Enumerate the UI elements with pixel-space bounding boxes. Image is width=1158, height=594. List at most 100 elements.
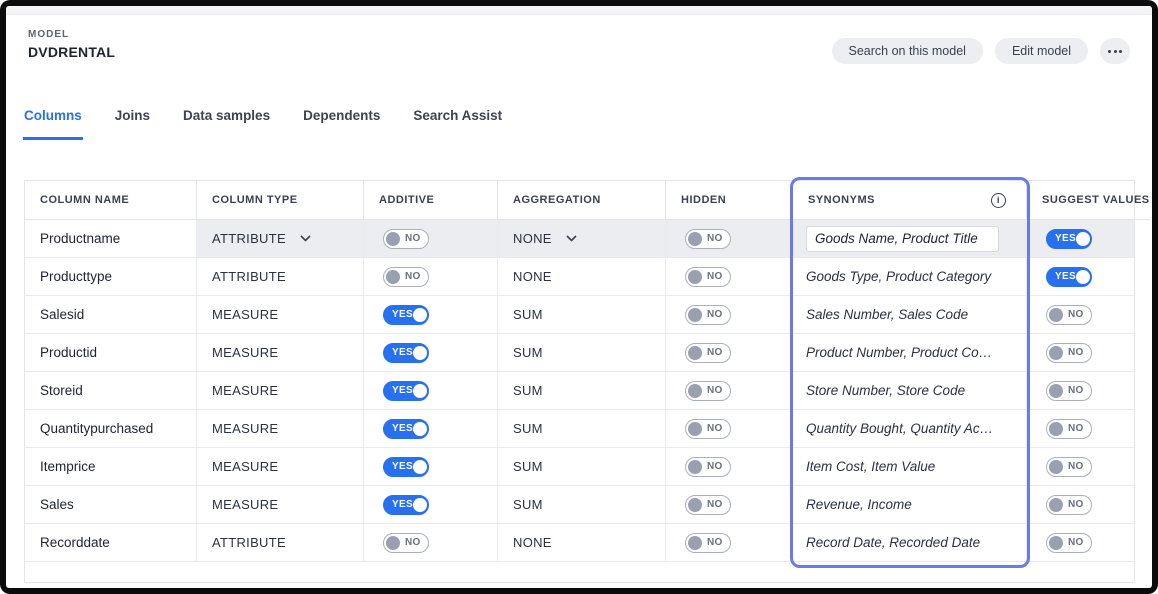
column-name-cell[interactable]: Producttype xyxy=(25,258,197,296)
column-type-cell[interactable]: MEASURE xyxy=(197,410,364,448)
search-on-model-button[interactable]: Search on this model xyxy=(832,38,983,64)
top-strip xyxy=(6,6,1152,15)
toggle-no[interactable]: NO xyxy=(1046,305,1092,325)
synonyms-cell[interactable]: Store Number, Store Code xyxy=(793,372,1027,410)
hidden-cell: NO xyxy=(666,486,793,524)
additive-cell: YES xyxy=(364,334,498,372)
tab-columns[interactable]: Columns xyxy=(23,108,83,140)
toggle-knob xyxy=(688,346,702,360)
info-icon[interactable]: i xyxy=(991,193,1006,208)
aggregation-cell[interactable]: SUM xyxy=(498,448,666,486)
column-type-cell[interactable]: ATTRIBUTE xyxy=(197,220,364,258)
toggle-yes[interactable]: YES xyxy=(383,419,429,439)
toggle-no[interactable]: NO xyxy=(1046,457,1092,477)
aggregation-cell[interactable]: NONE xyxy=(498,258,666,296)
column-name-cell[interactable]: Storeid xyxy=(25,372,197,410)
edit-model-button[interactable]: Edit model xyxy=(995,38,1088,64)
toggle-knob xyxy=(386,536,400,550)
synonyms-cell[interactable]: Sales Number, Sales Code xyxy=(793,296,1027,334)
toggle-yes[interactable]: YES xyxy=(1046,229,1092,249)
toggle-knob xyxy=(1076,270,1090,284)
toggle-no[interactable]: NO xyxy=(383,533,429,553)
toggle-no[interactable]: NO xyxy=(1046,533,1092,553)
toggle-no[interactable]: NO xyxy=(383,229,429,249)
aggregation-cell[interactable]: NONE xyxy=(498,220,666,258)
toggle-yes[interactable]: YES xyxy=(383,305,429,325)
additive-cell: YES xyxy=(364,448,498,486)
table-row: ProducttypeATTRIBUTE NO NONE NO Goods Type, … xyxy=(25,258,1134,296)
toggle-knob xyxy=(1049,346,1063,360)
toggle-yes[interactable]: YES xyxy=(1046,267,1092,287)
toggle-no[interactable]: NO xyxy=(383,267,429,287)
column-type-cell[interactable]: MEASURE xyxy=(197,372,364,410)
synonyms-input[interactable] xyxy=(806,226,999,252)
tab-search-assist[interactable]: Search Assist xyxy=(412,108,503,140)
synonyms-cell[interactable]: Revenue, Income xyxy=(793,486,1027,524)
column-name-cell[interactable]: Productname xyxy=(25,220,197,258)
column-name-cell[interactable]: Salesid xyxy=(25,296,197,334)
toggle-no[interactable]: NO xyxy=(1046,495,1092,515)
hidden-cell: NO xyxy=(666,258,793,296)
chevron-down-icon[interactable] xyxy=(300,235,311,242)
model-name: DVDRENTAL xyxy=(28,44,115,60)
aggregation-cell[interactable]: SUM xyxy=(498,410,666,448)
toggle-no[interactable]: NO xyxy=(685,419,731,439)
chevron-down-icon[interactable] xyxy=(566,235,577,242)
hidden-cell: NO xyxy=(666,410,793,448)
synonyms-cell[interactable]: Goods Type, Product Category xyxy=(793,258,1027,296)
toggle-knob xyxy=(1049,308,1063,322)
toggle-no[interactable]: NO xyxy=(1046,419,1092,439)
additive-cell: YES xyxy=(364,486,498,524)
window-frame: MODEL DVDRENTAL Search on this model Edi… xyxy=(0,0,1158,594)
synonyms-cell[interactable] xyxy=(793,220,1027,258)
column-name-cell[interactable]: Productid xyxy=(25,334,197,372)
tab-dependents[interactable]: Dependents xyxy=(302,108,381,140)
toggle-no[interactable]: NO xyxy=(685,533,731,553)
column-name-cell[interactable]: Itemprice xyxy=(25,448,197,486)
toggle-knob xyxy=(688,460,702,474)
aggregation-cell[interactable]: SUM xyxy=(498,372,666,410)
toggle-no[interactable]: NO xyxy=(685,457,731,477)
toggle-no[interactable]: NO xyxy=(685,229,731,249)
aggregation-cell[interactable]: SUM xyxy=(498,296,666,334)
aggregation-cell[interactable]: SUM xyxy=(498,486,666,524)
toggle-yes[interactable]: YES xyxy=(383,495,429,515)
column-type-cell[interactable]: ATTRIBUTE xyxy=(197,524,364,562)
column-type-cell[interactable]: MEASURE xyxy=(197,448,364,486)
toggle-no[interactable]: NO xyxy=(685,381,731,401)
model-page: MODEL DVDRENTAL Search on this model Edi… xyxy=(6,6,1152,588)
synonyms-cell[interactable]: Record Date, Recorded Date xyxy=(793,524,1027,562)
toggle-yes[interactable]: YES xyxy=(383,457,429,477)
tab-joins[interactable]: Joins xyxy=(114,108,151,140)
column-type-cell[interactable]: MEASURE xyxy=(197,486,364,524)
toggle-no[interactable]: NO xyxy=(1046,343,1092,363)
synonyms-cell[interactable]: Item Cost, Item Value xyxy=(793,448,1027,486)
aggregation-cell[interactable]: SUM xyxy=(498,334,666,372)
aggregation-cell[interactable]: NONE xyxy=(498,524,666,562)
toggle-no[interactable]: NO xyxy=(685,305,731,325)
toggle-no[interactable]: NO xyxy=(685,267,731,287)
column-name-cell[interactable]: Sales xyxy=(25,486,197,524)
column-name-cell[interactable]: Recorddate xyxy=(25,524,197,562)
toggle-knob xyxy=(413,384,427,398)
toggle-no[interactable]: NO xyxy=(685,495,731,515)
synonyms-cell[interactable]: Product Number, Product Co… xyxy=(793,334,1027,372)
toggle-knob xyxy=(1049,422,1063,436)
toggle-no[interactable]: NO xyxy=(685,343,731,363)
toggle-knob xyxy=(386,232,400,246)
more-options-button[interactable] xyxy=(1100,38,1130,64)
toggle-no[interactable]: NO xyxy=(1046,381,1092,401)
column-name-cell[interactable]: Quantitypurchased xyxy=(25,410,197,448)
toggle-knob xyxy=(413,460,427,474)
column-type-cell[interactable]: ATTRIBUTE xyxy=(197,258,364,296)
column-type-cell[interactable]: MEASURE xyxy=(197,334,364,372)
synonyms-cell[interactable]: Quantity Bought, Quantity Ac… xyxy=(793,410,1027,448)
header-hidden: HIDDEN xyxy=(666,181,793,220)
additive-cell: YES xyxy=(364,296,498,334)
toggle-yes[interactable]: YES xyxy=(383,381,429,401)
column-type-cell[interactable]: MEASURE xyxy=(197,296,364,334)
tab-data-samples[interactable]: Data samples xyxy=(182,108,271,140)
toggle-yes[interactable]: YES xyxy=(383,343,429,363)
tab-bar: Columns Joins Data samples Dependents Search… xyxy=(23,108,503,140)
suggest-values-cell: YES xyxy=(1027,258,1134,296)
